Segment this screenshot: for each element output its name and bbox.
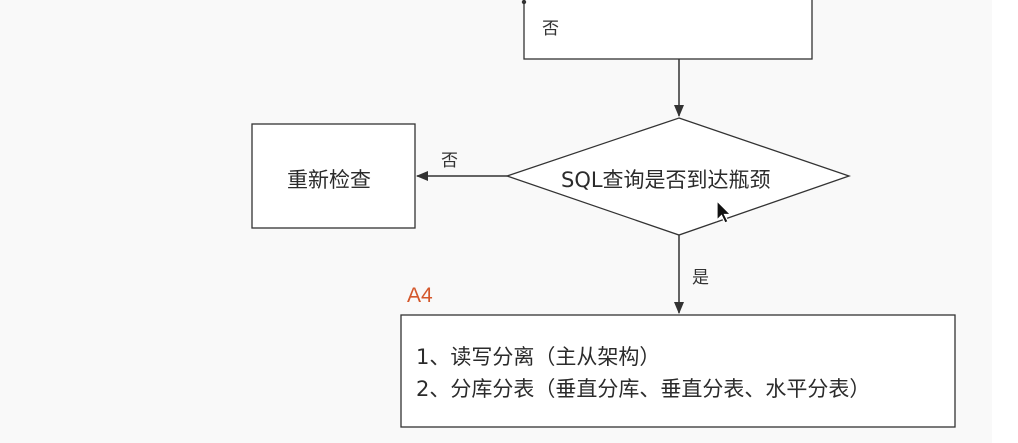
result-line-2: 2、分库分表（垂直分库、垂直分表、水平分表） [416,377,871,401]
result-text: 1、读写分离（主从架构） 2、分库分表（垂直分库、垂直分表、水平分表） [416,341,870,405]
result-line-1: 1、读写分离（主从架构） [416,345,661,369]
decision-label: SQL查询是否到达瓶颈 [561,168,771,192]
top-process-box [523,0,813,60]
edge-no-label: 否 [441,151,458,171]
annotation-a4: A4 [407,284,433,307]
top-box-label: 否 [542,19,559,39]
connection-dot [521,0,527,5]
edge-yes-label: 是 [692,268,709,288]
recheck-label: 重新检查 [287,168,371,192]
mouse-pointer-icon [716,200,732,224]
